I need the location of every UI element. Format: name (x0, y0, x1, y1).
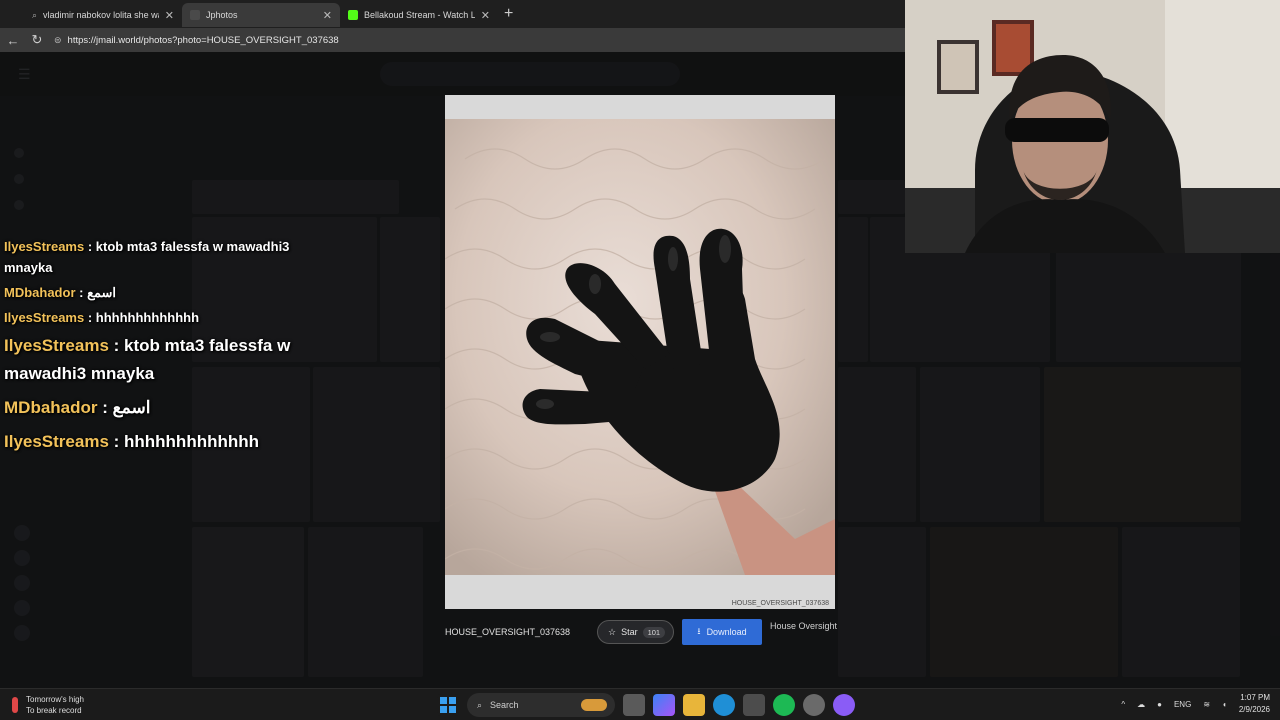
chat-username: IlyesStreams (4, 336, 109, 355)
taskbar-search-label: Search (490, 700, 519, 710)
spotify-icon[interactable] (773, 694, 795, 716)
tab-search[interactable]: ⌕ vladimir nabokov lolita she was lo ✕ (24, 3, 182, 27)
url-field[interactable]: ⊜ https://jmail.world/photos?photo=HOUSE… (54, 35, 339, 46)
site-info-icon[interactable]: ⊜ (54, 35, 62, 46)
chrome-icon[interactable] (803, 694, 825, 716)
chat-message: MDbahador : اسمع (4, 282, 334, 303)
tab-label: Bellakoud Stream - Watch Live on (364, 10, 475, 20)
wifi-icon[interactable]: ≋ (1203, 700, 1210, 709)
jphotos-icon (190, 10, 200, 20)
store-icon[interactable] (743, 694, 765, 716)
chat-text: : اسمع (75, 285, 117, 300)
cloud-icon[interactable]: ☁ (1137, 700, 1145, 709)
taskbar-search[interactable]: ⌕ Search (467, 693, 615, 717)
download-icon: ⭳ (697, 626, 701, 636)
taskbar: Tomorrow's high To break record ⌕ Search (0, 688, 1280, 720)
tab-label: vladimir nabokov lolita she was lo (43, 10, 159, 20)
chat-username: IlyesStreams (4, 310, 85, 325)
clock-time: 1:07 PM (1240, 693, 1270, 702)
photo-image (445, 119, 835, 575)
chat-message: IlyesStreams : hhhhhhhhhhhhh (4, 428, 334, 456)
system-tray: ^ ☁ ● ENG ≋ ◖ 1:07 PM 2/9/2026 (1121, 692, 1270, 716)
new-tab-button[interactable]: + (504, 5, 513, 23)
chat-message: IlyesStreams : hhhhhhhhhhhhh (4, 307, 334, 328)
webcam-overlay (905, 0, 1280, 253)
windows-start-icon[interactable] (437, 694, 459, 716)
chat-username: IlyesStreams (4, 239, 85, 254)
star-count: 101 (642, 626, 666, 638)
photo-id-caption: HOUSE_OVERSIGHT_037638 (731, 600, 829, 607)
download-label: Download (706, 627, 747, 637)
chat-text: : اسمع (97, 398, 151, 417)
volume-icon[interactable]: ◖ (1222, 700, 1227, 709)
chat-username: MDbahador (4, 398, 98, 417)
chat-message: IlyesStreams : ktob mta3 falessfa w mawa… (4, 236, 334, 278)
microphone-icon[interactable]: ● (1157, 700, 1162, 709)
language-indicator[interactable]: ENG (1174, 700, 1191, 709)
tab-bar: ⌕ vladimir nabokov lolita she was lo ✕ J… (0, 0, 905, 28)
glove-photo (445, 119, 835, 575)
chat-message: IlyesStreams : ktob mta3 falessfa w mawa… (4, 332, 334, 388)
webcam-feed (905, 0, 1280, 253)
chevron-up-icon[interactable]: ^ (1121, 700, 1125, 709)
stream-chat-overlay: IlyesStreams : ktob mta3 falessfa w mawa… (4, 236, 334, 462)
screen: ☰ ⌕ vladimir nabokov lolita she w ✕ Jpho… (0, 0, 1280, 720)
thermometer-icon (12, 697, 18, 713)
star-button[interactable]: ☆ Star 101 (597, 620, 674, 644)
address-bar: ← ↻ ⊜ https://jmail.world/photos?photo=H… (0, 28, 905, 52)
file-explorer-icon[interactable] (683, 694, 705, 716)
chat-username: IlyesStreams (4, 432, 109, 451)
search-highlight-icon (581, 699, 607, 711)
chat-text: : hhhhhhhhhhhhh (84, 310, 200, 325)
clock[interactable]: 1:07 PM 2/9/2026 (1239, 692, 1270, 716)
download-button[interactable]: ⭳ Download (682, 619, 762, 645)
edge-browser-icon[interactable] (713, 694, 735, 716)
chat-message: MDbahador : اسمع (4, 394, 334, 422)
close-icon[interactable]: ✕ (481, 9, 490, 22)
chat-username: MDbahador (4, 285, 76, 300)
kick-icon (348, 10, 358, 20)
tab-kick[interactable]: Bellakoud Stream - Watch Live on ✕ (340, 3, 498, 27)
star-label: Star (621, 627, 638, 637)
reload-icon[interactable]: ↻ (30, 32, 44, 48)
lightbox-footer: HOUSE_OVERSIGHT_037638 ☆ Star 101 ⭳ Down… (445, 618, 845, 648)
search-icon: ⌕ (32, 9, 38, 20)
task-view-icon[interactable] (623, 694, 645, 716)
url-text: https://jmail.world/photos?photo=HOUSE_O… (67, 34, 339, 46)
weather-line1: Tomorrow's high (26, 695, 84, 704)
copilot-icon[interactable] (653, 694, 675, 716)
weather-widget[interactable]: Tomorrow's high To break record (12, 694, 84, 716)
source-link[interactable]: House Oversight (770, 621, 837, 631)
weather-line2: To break record (26, 706, 82, 715)
clock-date: 2/9/2026 (1238, 705, 1270, 714)
back-icon[interactable]: ← (6, 33, 20, 48)
search-icon: ⌕ (477, 699, 483, 710)
photo-lightbox: HOUSE_OVERSIGHT_037638 (445, 95, 835, 609)
taskbar-apps: ⌕ Search (437, 693, 855, 717)
photo-filename: HOUSE_OVERSIGHT_037638 (445, 627, 571, 637)
tab-jphotos[interactable]: Jphotos ✕ (182, 3, 340, 27)
star-icon: ☆ (608, 626, 617, 637)
chat-text: : hhhhhhhhhhhhh (108, 432, 260, 451)
messenger-icon[interactable] (833, 694, 855, 716)
close-icon[interactable]: ✕ (165, 9, 174, 22)
tab-label: Jphotos (206, 10, 238, 20)
close-icon[interactable]: ✕ (323, 9, 332, 22)
